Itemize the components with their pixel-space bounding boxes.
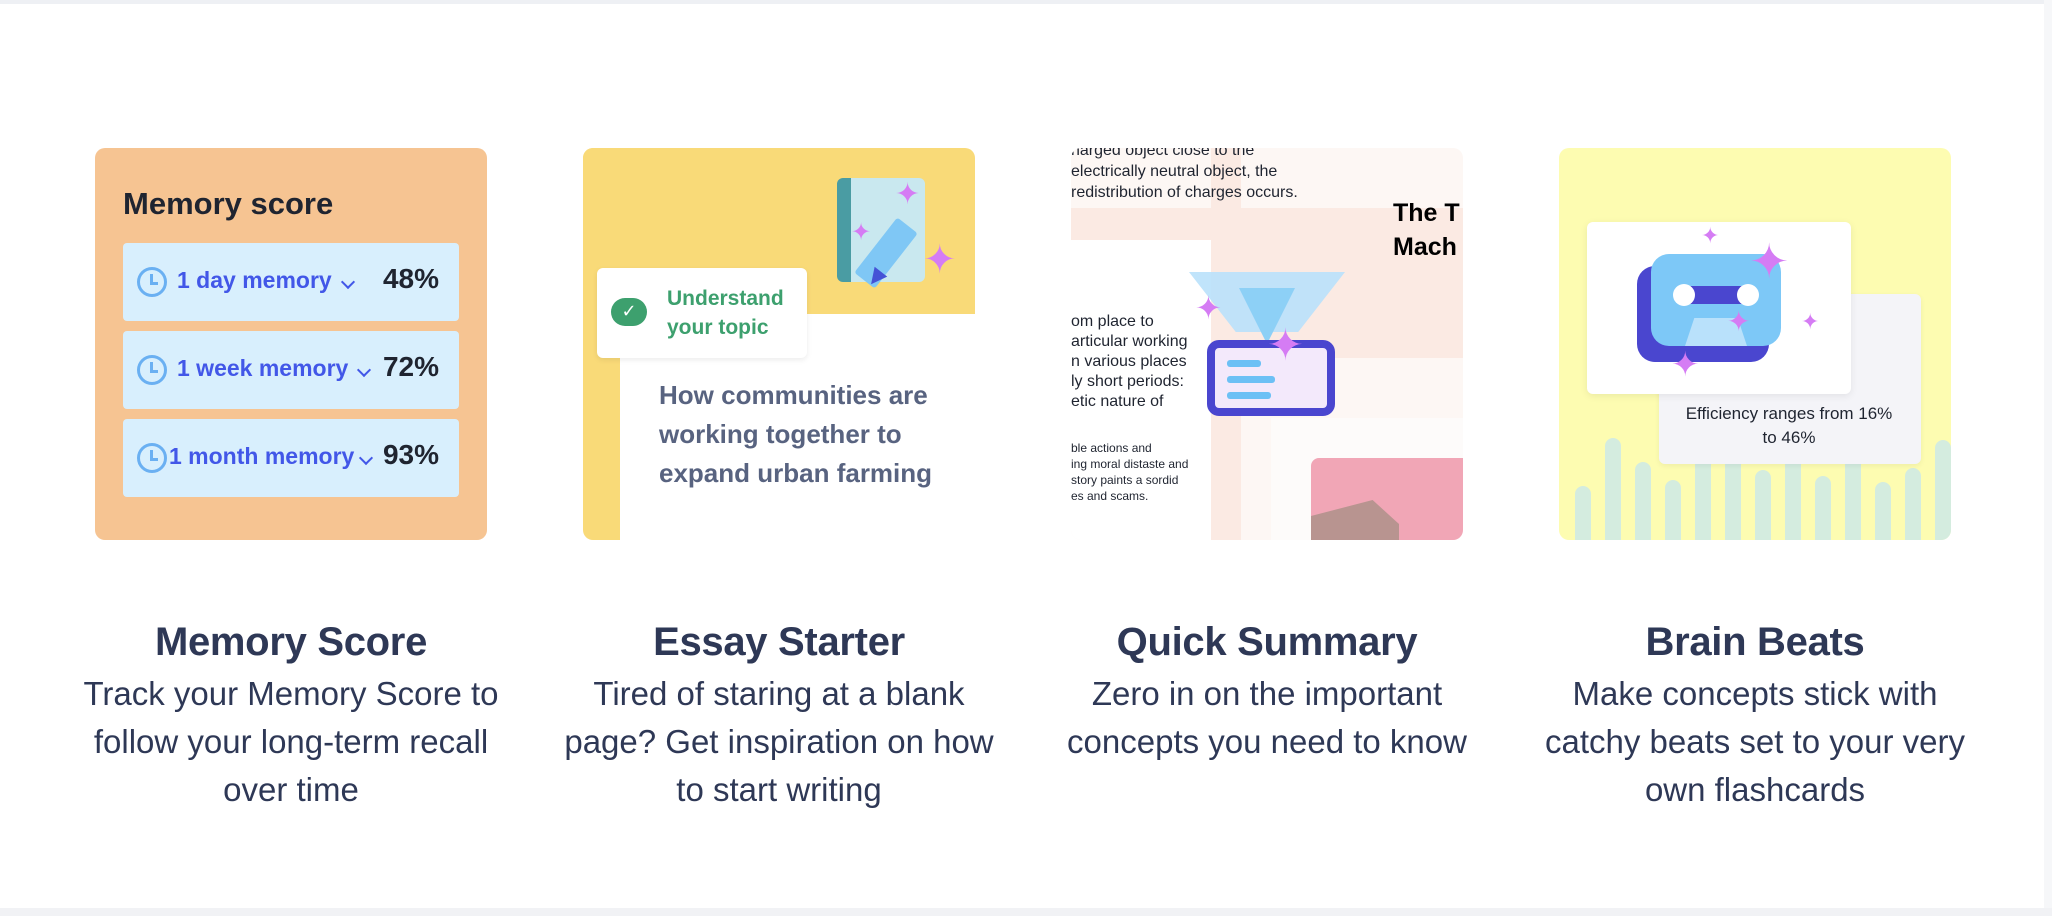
bottom-divider <box>0 908 2052 916</box>
sparkle-icon: ✦ <box>851 218 872 246</box>
beat-bar <box>1635 462 1651 540</box>
memory-row-1-day: 1 day memory 48% <box>123 243 459 321</box>
brain-beats-illustration: Efficiency ranges from 16% to 46% ✦ ✦ ✦ … <box>1559 148 1951 540</box>
beat-bar <box>1845 456 1861 540</box>
chevron-down-icon <box>356 362 372 378</box>
excerpt-heading: The T Mach <box>1393 199 1460 261</box>
top-divider <box>0 0 2052 4</box>
memory-score-illustration: Memory score 1 day memory 48% 1 week mem… <box>95 148 487 540</box>
sparkle-icon: ✦ <box>1195 289 1222 327</box>
feature-essay-starter: Essay Starter Tired of staring at a blan… <box>559 616 999 814</box>
chevron-down-icon <box>340 274 356 290</box>
memory-row-label: 1 day memory <box>177 267 332 293</box>
feature-brain-beats: Brain Beats Make concepts stick with cat… <box>1535 616 1975 814</box>
cassette-reel <box>1673 284 1695 306</box>
beat-bar <box>1905 468 1921 540</box>
clock-icon <box>137 443 167 473</box>
feature-title: Quick Summary <box>1116 620 1418 664</box>
excerpt-text-top: harged object close to the electrically … <box>1071 148 1298 201</box>
sparkle-icon: ✦ <box>1801 310 1820 335</box>
memory-score-heading: Memory score <box>123 186 334 221</box>
sparkle-icon: ✦ <box>895 177 921 212</box>
clock-icon <box>137 267 167 297</box>
feature-title: Essay Starter <box>653 620 905 664</box>
memory-row-percent: 72% <box>382 351 439 382</box>
feature-description: Zero in on the important concepts you ne… <box>1067 675 1467 760</box>
memory-row-percent: 93% <box>382 439 439 470</box>
excerpt-text-bottom: ble actions and ing moral distaste and s… <box>1071 441 1189 503</box>
understand-topic-badge: ✓ Understand your topic <box>597 268 807 358</box>
badge-label: Understand your topic <box>667 287 784 339</box>
sparkle-icon: ✦ <box>923 237 957 283</box>
chevron-down-icon <box>358 450 374 466</box>
essay-prompt-text: How communities are working together to … <box>659 380 933 488</box>
sparkle-icon: ✦ <box>1267 320 1304 371</box>
sparkle-icon: ✦ <box>1727 305 1751 338</box>
sparkle-icon: ✦ <box>1671 345 1700 385</box>
feature-title: Brain Beats <box>1645 620 1865 664</box>
document-line <box>1227 376 1275 383</box>
quick-summary-illustration: harged object close to the electrically … <box>1071 148 1463 540</box>
feature-description: Make concepts stick with catchy beats se… <box>1544 675 1966 808</box>
memory-row-label: 1 month memory <box>169 443 355 469</box>
beat-bar <box>1605 438 1621 540</box>
essay-starter-illustration: ✦ ✦ ✦ ✓ Understand your topic How commun… <box>583 148 975 540</box>
sparkle-icon: ✦ <box>1701 224 1720 249</box>
memory-row-percent: 48% <box>382 263 439 294</box>
memory-row-1-month: 1 month memory 93% <box>123 419 459 497</box>
beat-bar <box>1665 480 1681 540</box>
beat-bar <box>1875 482 1891 540</box>
feature-quick-summary: Quick Summary Zero in on the important c… <box>1047 616 1487 766</box>
check-icon: ✓ <box>611 298 647 326</box>
feature-memory-score: Memory Score Track your Memory Score to … <box>71 616 511 814</box>
excerpt-text-middle: om place to articular working n various … <box>1071 313 1188 410</box>
right-edge <box>2044 0 2052 916</box>
document-line <box>1227 360 1261 367</box>
beat-bar <box>1755 470 1771 540</box>
beat-bar <box>1695 454 1711 540</box>
clock-icon <box>137 355 167 385</box>
feature-title: Memory Score <box>154 620 428 664</box>
sparkle-icon: ✦ <box>1749 234 1790 290</box>
feature-description: Track your Memory Score to follow your l… <box>83 675 499 808</box>
beat-bar <box>1815 476 1831 540</box>
memory-row-1-week: 1 week memory 72% <box>123 331 459 409</box>
memory-row-label: 1 week memory <box>177 355 349 381</box>
efficiency-caption: Efficiency ranges from 16% to 46% <box>1685 404 1893 447</box>
feature-description: Tired of staring at a blank page? Get in… <box>564 675 994 808</box>
beat-bar <box>1935 440 1951 540</box>
document-line <box>1227 392 1271 399</box>
beat-bar <box>1575 486 1591 540</box>
